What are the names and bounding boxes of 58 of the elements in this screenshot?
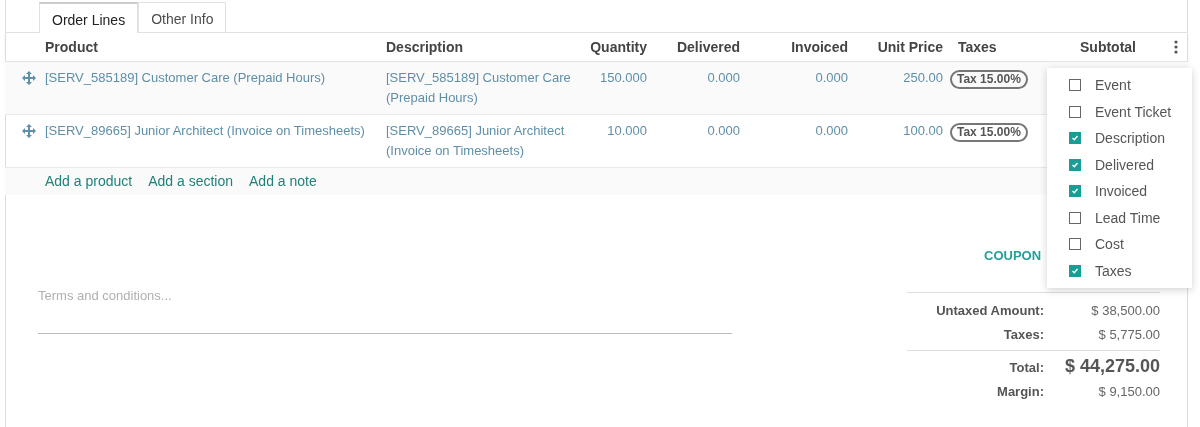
add-link[interactable]: Add a section [148,174,233,189]
tax-tag: Tax 15.00% [950,70,1028,89]
menu-item-label[interactable]: Lead Time [1095,209,1161,226]
product-cell-text: [SERV_585189] Customer Care (Prepaid Hours) [44,69,327,87]
tab[interactable]: Order Lines [39,2,139,33]
drag-handle-icon[interactable] [22,71,36,85]
menu-item-label[interactable]: Event Ticket [1095,103,1172,120]
check-icon [1071,266,1079,275]
description-cell-text: [SERV_585189] Customer Care (Prepaid Hours) [385,69,572,107]
column-header[interactable]: Delivered [657,39,750,55]
check-icon [1071,160,1079,169]
menu-item-label[interactable]: Cost [1095,236,1124,253]
total-label: Total: [1008,359,1044,377]
menu-item-label[interactable]: Invoiced [1095,183,1148,200]
checkbox[interactable] [1069,185,1081,198]
total-label: Untaxed Amount: [935,302,1044,320]
checkbox[interactable] [1069,158,1081,171]
checkbox[interactable] [1069,79,1081,92]
invoiced-cell-text: 0.000 [814,122,849,140]
column-header[interactable]: Unit Price [858,39,953,55]
tax-tag: Tax 15.00% [950,123,1028,142]
total-value: $ 44,275.00 [1063,355,1160,378]
invoiced-cell-text: 0.000 [814,69,849,87]
add-link[interactable]: Add a product [45,174,133,189]
menu-item-label[interactable]: Taxes [1095,262,1132,279]
column-header[interactable]: Subtotal [1053,39,1163,55]
total-label: Taxes: [1002,326,1044,344]
checkbox[interactable] [1069,211,1081,224]
quantity-cell-text: 10.000 [606,122,648,140]
unit-price-cell-text: 100.00 [902,122,944,140]
quantity-cell-text: 150.000 [599,69,648,87]
total-value: $ 5,775.00 [1097,326,1160,344]
unit-price-cell-text: 250.00 [902,69,944,87]
delivered-cell-text: 0.000 [706,69,741,87]
column-header[interactable]: Invoiced [750,39,858,55]
drag-handle-icon[interactable] [22,124,36,138]
tab[interactable]: Other Info [138,2,227,33]
checkbox[interactable] [1069,105,1081,118]
description-cell-text: [SERV_89665] Junior Architect (Invoice on Timesheets) [385,122,566,160]
product-cell-text: [SERV_89665] Junior Architect (Invoice on Timesheets) [44,122,366,140]
add-link[interactable]: Add a note [249,174,317,189]
checkbox[interactable] [1069,238,1081,251]
menu-item-label[interactable]: Description [1095,130,1166,147]
check-icon [1071,187,1079,196]
column-header[interactable]: Description [381,39,581,55]
column-header[interactable]: Product [40,39,381,55]
checkbox[interactable] [1069,132,1081,145]
column-header[interactable]: Taxes [953,39,1053,55]
more-options-icon[interactable] [1173,40,1178,54]
total-value: $ 9,150.00 [1097,383,1160,401]
total-label: Margin: [996,383,1044,401]
menu-item-label[interactable]: Delivered [1095,156,1155,173]
checkbox[interactable] [1069,264,1081,277]
total-value: $ 38,500.00 [1090,302,1160,320]
menu-item-label[interactable]: Event [1095,77,1131,94]
delivered-cell-text: 0.000 [706,122,741,140]
column-header[interactable]: Quantity [581,39,657,55]
check-icon [1071,134,1079,143]
